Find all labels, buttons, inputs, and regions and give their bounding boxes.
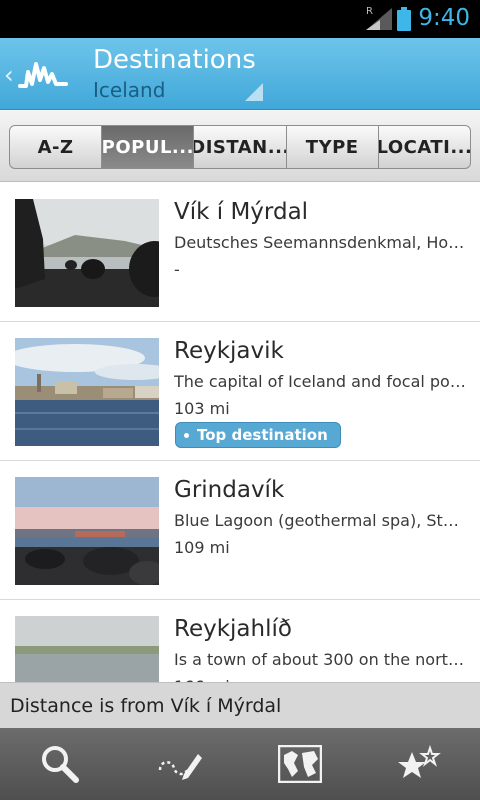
badge-label: Top destination	[197, 426, 328, 444]
list-item[interactable]: Reykjavik The capital of Iceland and foc…	[0, 322, 480, 461]
route-pen-icon	[158, 754, 202, 780]
destination-distance: 109 mi	[174, 538, 230, 557]
action-bar: ‹ Destinations Iceland	[0, 38, 480, 110]
search-button[interactable]	[0, 728, 120, 800]
tab-popularity[interactable]: POPUL...	[102, 126, 195, 168]
destination-description: Is a town of about 300 on the northern s…	[174, 650, 468, 669]
destination-photo	[15, 477, 159, 585]
tab-location[interactable]: LOCATI...	[379, 126, 470, 168]
top-destination-badge: Top destination	[175, 422, 341, 448]
screen-title: Destinations	[93, 45, 256, 75]
list-item[interactable]: Grindavík Blue Lagoon (geothermal spa), …	[0, 461, 480, 600]
destination-list: Vík í Mýrdal Deutsches Seemannsdenkmal, …	[0, 183, 480, 739]
destination-distance: -	[174, 260, 180, 279]
destination-photo	[15, 338, 159, 446]
region-spinner-label[interactable]: Iceland	[93, 78, 165, 102]
destination-description: The capital of Iceland and focal point o…	[174, 372, 468, 391]
favorites-button[interactable]	[360, 728, 480, 800]
status-bar: R 9:40	[0, 0, 480, 38]
distance-origin-note: Distance is from Vík í Mýrdal	[0, 682, 480, 728]
back-chevron-icon[interactable]: ‹	[4, 61, 14, 89]
destination-name: Reykjavik	[174, 338, 284, 364]
destination-description: Blue Lagoon (geothermal spa), Steingríms…	[174, 511, 468, 530]
app-logo-icon[interactable]	[18, 54, 68, 92]
destination-distance: 103 mi	[174, 399, 230, 418]
sort-tabs: A-Z POPUL... DISTAN... TYPE LOCATI...	[9, 125, 471, 169]
destination-description: Deutsches Seemannsdenkmal, Hotel Edda, D…	[174, 233, 468, 252]
world-map-icon	[278, 745, 322, 783]
tab-distance[interactable]: DISTAN...	[194, 126, 287, 168]
battery-icon	[397, 7, 411, 31]
list-item[interactable]: Vík í Mýrdal Deutsches Seemannsdenkmal, …	[0, 183, 480, 322]
spinner-dropdown-icon[interactable]	[245, 83, 263, 101]
sort-tab-bar: A-Z POPUL... DISTAN... TYPE LOCATI...	[0, 110, 480, 182]
destination-name: Vík í Mýrdal	[174, 199, 309, 225]
destination-name: Grindavík	[174, 477, 285, 503]
bottom-navigation	[0, 728, 480, 800]
itinerary-button[interactable]	[120, 728, 240, 800]
search-icon	[42, 746, 79, 783]
tab-type[interactable]: TYPE	[287, 126, 379, 168]
roaming-indicator: R	[366, 6, 373, 17]
bullet-icon	[184, 432, 189, 438]
destination-photo	[15, 199, 159, 307]
map-button[interactable]	[240, 728, 360, 800]
favorites-stars-icon	[398, 744, 441, 778]
clock: 9:40	[418, 5, 470, 31]
tab-a-z[interactable]: A-Z	[10, 126, 103, 168]
destination-name: Reykjahlíð	[174, 616, 292, 642]
